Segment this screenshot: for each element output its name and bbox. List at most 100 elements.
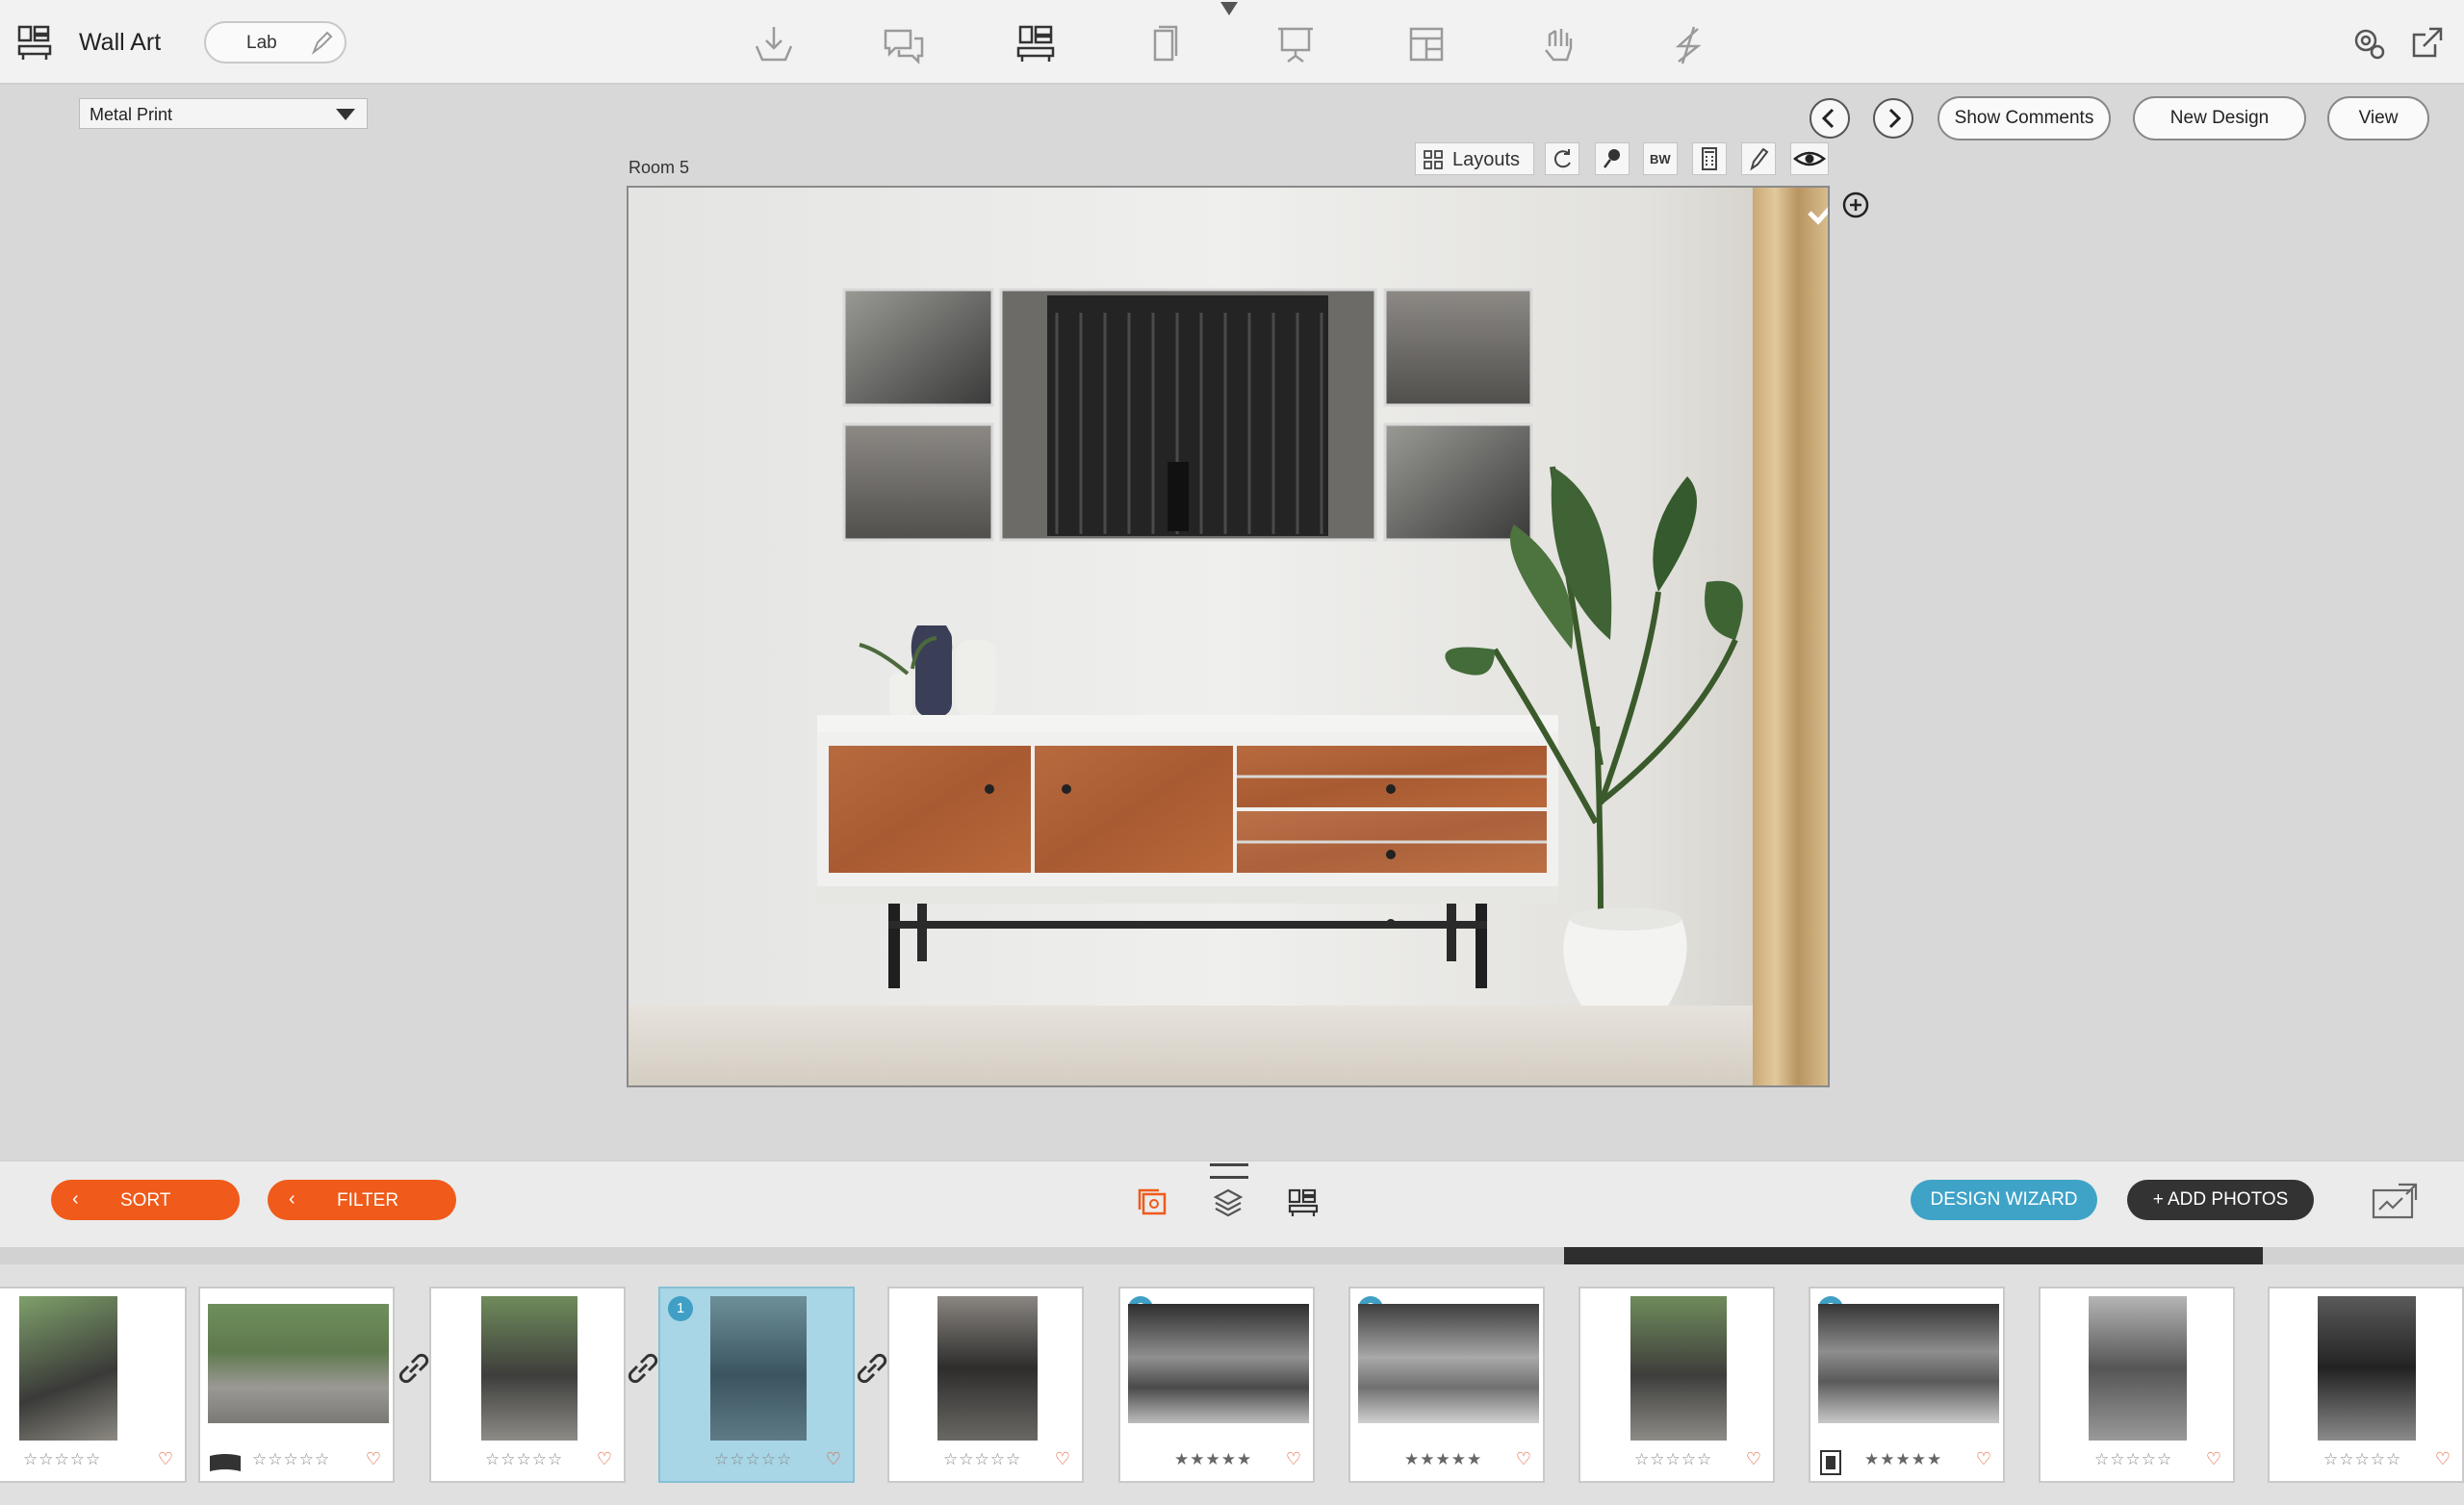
comments-icon[interactable] bbox=[880, 21, 926, 67]
rating-stars[interactable]: ☆☆☆☆☆ bbox=[2323, 1450, 2401, 1469]
heart-icon[interactable]: ♡ bbox=[597, 1449, 612, 1469]
photo-image bbox=[1818, 1304, 1999, 1423]
hand-icon[interactable] bbox=[1534, 21, 1580, 67]
heart-icon[interactable]: ♡ bbox=[366, 1449, 381, 1469]
heart-icon[interactable]: ♡ bbox=[1055, 1449, 1070, 1469]
view-button[interactable]: View bbox=[2327, 96, 2429, 140]
layouts-button[interactable]: Layouts bbox=[1415, 142, 1534, 175]
filter-button[interactable]: ‹ FILTER bbox=[268, 1180, 456, 1220]
rating-stars[interactable]: ☆☆☆☆☆ bbox=[714, 1450, 792, 1469]
external-open-icon[interactable] bbox=[2408, 23, 2447, 62]
wall-art-icon[interactable] bbox=[15, 23, 54, 62]
room-view-icon[interactable] bbox=[1286, 1185, 1321, 1224]
rating-stars[interactable]: ☆☆☆☆☆ bbox=[252, 1450, 330, 1469]
heart-icon[interactable]: ♡ bbox=[1746, 1449, 1761, 1469]
resize-handle[interactable] bbox=[1210, 1163, 1248, 1179]
selection-badge: 1 bbox=[668, 1296, 693, 1321]
design-wizard-button[interactable]: DESIGN WIZARD bbox=[1911, 1180, 2097, 1220]
new-design-button[interactable]: New Design bbox=[2133, 96, 2306, 140]
heart-icon[interactable]: ♡ bbox=[2206, 1449, 2221, 1469]
check-icon[interactable] bbox=[1807, 199, 1828, 231]
photo-thumbnail[interactable]: ☆☆☆☆☆ ♡ bbox=[429, 1287, 626, 1483]
photo-thumbnail[interactable]: ☆☆☆☆☆ ♡ bbox=[2268, 1287, 2464, 1483]
print-badge-icon bbox=[1820, 1450, 1841, 1475]
photo-image bbox=[710, 1296, 807, 1441]
layers-icon[interactable] bbox=[1211, 1185, 1245, 1224]
sort-button[interactable]: ‹ SORT bbox=[51, 1180, 240, 1220]
lab-button[interactable]: Lab bbox=[204, 21, 346, 64]
pin-icon bbox=[1604, 149, 1620, 168]
photo-thumbnail[interactable]: ☆☆☆☆☆ ♡ bbox=[0, 1287, 187, 1483]
preview-button[interactable] bbox=[1790, 142, 1829, 175]
layouts-label: Layouts bbox=[1452, 149, 1521, 170]
chevron-right-icon bbox=[1888, 108, 1902, 129]
heart-icon[interactable]: ♡ bbox=[1516, 1449, 1531, 1469]
photo-thumbnail[interactable]: ☆☆☆☆☆ ♡ bbox=[1578, 1287, 1775, 1483]
photo-thumbnail[interactable]: 3 ★★★★★ ♡ bbox=[1809, 1287, 2005, 1483]
expand-view-icon[interactable] bbox=[2370, 1181, 2420, 1226]
rating-stars[interactable]: ☆☆☆☆☆ bbox=[2094, 1450, 2172, 1469]
heart-icon[interactable]: ♡ bbox=[1976, 1449, 1991, 1469]
edit-button[interactable] bbox=[1741, 142, 1776, 175]
rating-stars[interactable]: ☆☆☆☆☆ bbox=[943, 1450, 1021, 1469]
rating-stars[interactable]: ☆☆☆☆☆ bbox=[23, 1450, 101, 1469]
previous-button[interactable] bbox=[1810, 98, 1850, 139]
rating-stars[interactable]: ☆☆☆☆☆ bbox=[1634, 1450, 1712, 1469]
black-white-button[interactable]: BW bbox=[1643, 142, 1678, 175]
rating-stars[interactable]: ★★★★★ bbox=[1174, 1450, 1252, 1469]
chevron-left-icon: ‹ bbox=[289, 1188, 295, 1210]
rating-stars[interactable]: ★★★★★ bbox=[1864, 1450, 1942, 1469]
chevron-left-icon bbox=[1821, 108, 1835, 129]
refresh-button[interactable] bbox=[1545, 142, 1579, 175]
filter-label: FILTER bbox=[337, 1190, 399, 1211]
room-canvas[interactable] bbox=[627, 186, 1830, 1087]
heart-icon[interactable]: ♡ bbox=[2435, 1449, 2451, 1469]
album-icon[interactable] bbox=[1142, 21, 1188, 67]
next-button[interactable] bbox=[1873, 98, 1913, 139]
presentation-icon[interactable] bbox=[1272, 21, 1319, 67]
photo-thumbnail[interactable]: ☆☆☆☆☆ ♡ bbox=[198, 1287, 395, 1483]
photo-image bbox=[2318, 1296, 2416, 1441]
filmstrip-scrollbar-thumb[interactable] bbox=[1564, 1247, 2263, 1264]
wall-art-tool-icon[interactable] bbox=[1013, 21, 1059, 67]
link-icon[interactable] bbox=[624, 1349, 662, 1388]
link-icon[interactable] bbox=[395, 1349, 433, 1388]
album-badge-icon bbox=[208, 1452, 243, 1473]
photo-thumbnail-selected[interactable]: 1 ☆☆☆☆☆ ♡ bbox=[658, 1287, 855, 1483]
room-label: Room 5 bbox=[629, 158, 690, 177]
sort-label: SORT bbox=[120, 1190, 171, 1211]
show-comments-button[interactable]: Show Comments bbox=[1938, 96, 2111, 140]
import-icon[interactable] bbox=[751, 21, 797, 67]
product-select-value: Metal Print bbox=[90, 105, 173, 124]
photo-image bbox=[19, 1296, 117, 1441]
photo-thumbnail[interactable]: ☆☆☆☆☆ ♡ bbox=[2039, 1287, 2235, 1483]
page-title: Wall Art bbox=[79, 29, 162, 56]
photo-image bbox=[1358, 1304, 1539, 1423]
calculator-button[interactable] bbox=[1692, 142, 1727, 175]
collapse-arrow-icon[interactable] bbox=[1220, 2, 1238, 15]
link-icon[interactable] bbox=[853, 1349, 891, 1388]
photos-stack-icon[interactable] bbox=[1136, 1185, 1170, 1224]
filmstrip-toolbar: ‹ SORT ‹ FILTER DESIGN WIZARD + ADD PHOT… bbox=[0, 1161, 2464, 1248]
photo-image bbox=[1128, 1304, 1309, 1423]
photo-thumbnail[interactable]: ☆☆☆☆☆ ♡ bbox=[887, 1287, 1084, 1483]
add-photos-button[interactable]: + ADD PHOTOS bbox=[2127, 1180, 2314, 1220]
bw-label: BW bbox=[1650, 152, 1671, 166]
rating-stars[interactable]: ☆☆☆☆☆ bbox=[485, 1450, 563, 1469]
rating-stars[interactable]: ★★★★★ bbox=[1404, 1450, 1482, 1469]
photo-thumbnail[interactable]: 3 ★★★★★ ♡ bbox=[1348, 1287, 1545, 1483]
product-select[interactable]: Metal Print bbox=[79, 98, 368, 129]
photo-thumbnail[interactable]: 3 ★★★★★ ♡ bbox=[1118, 1287, 1315, 1483]
photo-image bbox=[481, 1296, 578, 1441]
refresh-icon bbox=[1553, 149, 1571, 168]
heart-icon[interactable]: ♡ bbox=[158, 1449, 173, 1469]
heart-icon[interactable]: ♡ bbox=[1286, 1449, 1301, 1469]
chevron-left-icon: ‹ bbox=[72, 1188, 79, 1210]
heart-icon[interactable]: ♡ bbox=[826, 1449, 841, 1469]
settings-icon[interactable] bbox=[2348, 23, 2387, 62]
layout-icon[interactable] bbox=[1403, 21, 1450, 67]
pencil-icon bbox=[1750, 147, 1769, 171]
pin-button[interactable] bbox=[1595, 142, 1630, 175]
add-circle-icon[interactable] bbox=[1841, 191, 1870, 224]
sales-icon[interactable] bbox=[1665, 21, 1711, 67]
